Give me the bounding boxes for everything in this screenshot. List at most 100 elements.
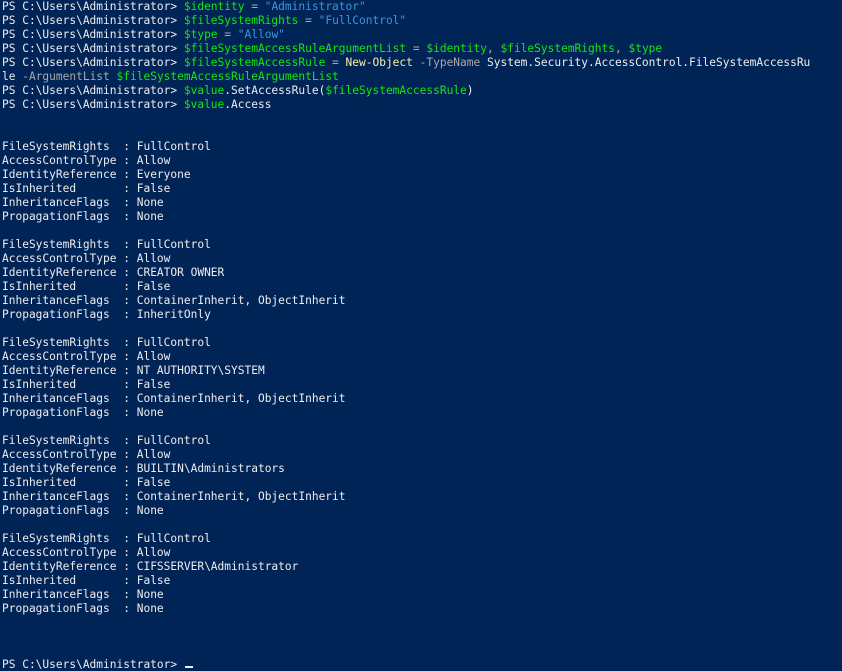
access-rule-field-rights: FileSystemRights : FullControl xyxy=(2,434,842,448)
command-token: = xyxy=(298,14,319,27)
field-value: ContainerInherit, ObjectInherit xyxy=(136,294,346,307)
prompt-text: PS C:\Users\Administrator> xyxy=(2,658,184,671)
field-label: AccessControlType : xyxy=(2,350,137,363)
access-rule-field-identity: IdentityReference : Everyone xyxy=(2,168,842,182)
command-token: "FullControl" xyxy=(318,14,407,27)
access-rule-entry: FileSystemRights : FullControl AccessCont… xyxy=(2,336,842,420)
field-value: False xyxy=(136,280,171,293)
output-gap xyxy=(2,112,842,140)
field-label: IdentityReference : xyxy=(2,168,137,181)
text-cursor xyxy=(184,666,193,668)
access-rule-field-type: AccessControlType : Allow xyxy=(2,448,842,462)
field-label: PropagationFlags : xyxy=(2,406,137,419)
field-value: Allow xyxy=(136,546,171,559)
access-rule-field-inherited: IsInherited : False xyxy=(2,574,842,588)
command-token: System.Security.AccessControl.FileSystem… xyxy=(486,56,811,69)
field-label: IdentityReference : xyxy=(2,266,137,279)
command-line: PS C:\Users\Administrator> $type = "Allo… xyxy=(2,28,842,42)
field-value: None xyxy=(136,588,164,601)
field-label: InheritanceFlags : xyxy=(2,196,137,209)
entry-separator xyxy=(2,518,842,532)
field-value: Everyone xyxy=(136,168,191,181)
access-rule-field-rights: FileSystemRights : FullControl xyxy=(2,336,842,350)
command-token: = xyxy=(406,42,427,55)
access-rule-field-propagation: PropagationFlags : InheritOnly xyxy=(2,308,842,322)
command-token: $value xyxy=(183,84,225,97)
field-label: FileSystemRights : xyxy=(2,238,137,251)
command-token: "Allow" xyxy=(237,28,285,41)
command-token: $fileSystemAccessRule xyxy=(183,56,326,69)
command-token: $fileSystemAccessRuleArgumentList xyxy=(116,70,339,83)
field-label: IsInherited : xyxy=(2,476,137,489)
command-token: = xyxy=(325,56,346,69)
command-line: PS C:\Users\Administrator> $fileSystemAc… xyxy=(2,42,842,56)
command-token: , xyxy=(486,42,501,55)
access-rule-field-propagation: PropagationFlags : None xyxy=(2,602,842,616)
field-value: None xyxy=(136,210,164,223)
access-rule-field-propagation: PropagationFlags : None xyxy=(2,210,842,224)
entry-separator xyxy=(2,322,842,336)
access-rule-field-inherited: IsInherited : False xyxy=(2,476,842,490)
field-label: InheritanceFlags : xyxy=(2,294,137,307)
output-tail-gap xyxy=(2,616,842,658)
prompt-text: PS C:\Users\Administrator> xyxy=(2,28,184,41)
prompt-text: PS C:\Users\Administrator> xyxy=(2,84,184,97)
access-rule-field-propagation: PropagationFlags : None xyxy=(2,504,842,518)
access-rule-field-identity: IdentityReference : CREATOR OWNER xyxy=(2,266,842,280)
prompt-text: PS C:\Users\Administrator> xyxy=(2,42,184,55)
field-label: PropagationFlags : xyxy=(2,210,137,223)
command-token: New-Object xyxy=(345,56,413,69)
access-rule-field-inheritance: InheritanceFlags : None xyxy=(2,196,842,210)
access-rule-field-identity: IdentityReference : BUILTIN\Administrato… xyxy=(2,462,842,476)
command-token: $type xyxy=(628,42,663,55)
command-line: PS C:\Users\Administrator> $fileSystemAc… xyxy=(2,56,842,70)
field-value: False xyxy=(136,378,171,391)
command-token: $identity xyxy=(426,42,487,55)
field-label: InheritanceFlags : xyxy=(2,392,137,405)
field-label: PropagationFlags : xyxy=(2,308,137,321)
entry-separator xyxy=(2,420,842,434)
field-label: IsInherited : xyxy=(2,182,137,195)
access-rule-field-rights: FileSystemRights : FullControl xyxy=(2,532,842,546)
field-label: FileSystemRights : xyxy=(2,336,137,349)
field-label: IsInherited : xyxy=(2,378,137,391)
access-rule-entry: FileSystemRights : FullControl AccessCont… xyxy=(2,238,842,322)
command-token: = xyxy=(244,0,265,13)
field-label: IdentityReference : xyxy=(2,364,137,377)
field-value: None xyxy=(136,602,164,615)
prompt-text: PS C:\Users\Administrator> xyxy=(2,0,184,13)
field-value: ContainerInherit, ObjectInherit xyxy=(136,392,346,405)
command-token: "Administrator" xyxy=(264,0,366,13)
field-label: InheritanceFlags : xyxy=(2,588,137,601)
field-value: BUILTIN\Administrators xyxy=(136,462,285,475)
current-prompt-line[interactable]: PS C:\Users\Administrator> xyxy=(2,658,842,671)
access-rule-field-type: AccessControlType : Allow xyxy=(2,154,842,168)
field-label: IdentityReference : xyxy=(2,560,137,573)
field-value: FullControl xyxy=(136,532,211,545)
field-label: InheritanceFlags : xyxy=(2,490,137,503)
command-line-wrap: le -ArgumentList $fileSystemAccessRuleAr… xyxy=(2,70,842,84)
command-token: $fileSystemRights xyxy=(183,14,299,27)
field-value: CREATOR OWNER xyxy=(136,266,225,279)
access-rule-entry: FileSystemRights : FullControl AccessCont… xyxy=(2,532,842,616)
command-token: le xyxy=(2,70,16,83)
field-value: False xyxy=(136,182,171,195)
access-rule-field-propagation: PropagationFlags : None xyxy=(2,406,842,420)
field-value: Allow xyxy=(136,252,171,265)
field-value: False xyxy=(136,476,171,489)
field-label: AccessControlType : xyxy=(2,154,137,167)
command-token: = xyxy=(217,28,238,41)
command-token: -ArgumentList xyxy=(15,70,117,83)
field-label: FileSystemRights : xyxy=(2,434,137,447)
access-rule-entry: FileSystemRights : FullControl AccessCont… xyxy=(2,140,842,224)
access-rule-field-rights: FileSystemRights : FullControl xyxy=(2,140,842,154)
powershell-console[interactable]: PS C:\Users\Administrator> $identity = "… xyxy=(2,0,842,671)
field-value: Allow xyxy=(136,448,171,461)
field-value: None xyxy=(136,196,164,209)
field-value: Allow xyxy=(136,154,171,167)
command-token: $value xyxy=(183,98,225,111)
access-rule-entry: FileSystemRights : FullControl AccessCont… xyxy=(2,434,842,518)
field-label: FileSystemRights : xyxy=(2,532,137,545)
access-rule-field-inheritance: InheritanceFlags : ContainerInherit, Obj… xyxy=(2,490,842,504)
access-rule-field-type: AccessControlType : Allow xyxy=(2,350,842,364)
